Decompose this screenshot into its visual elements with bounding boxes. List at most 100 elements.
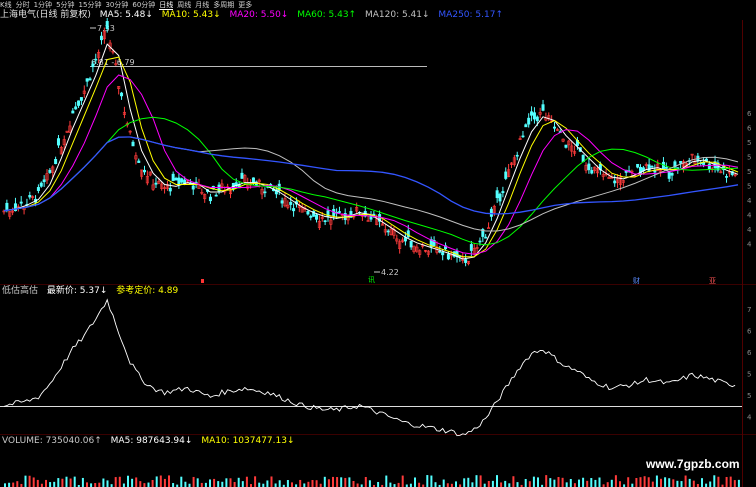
candle-body[interactable] [105,21,109,29]
candle-body[interactable] [613,180,617,184]
candle-body[interactable] [386,230,390,233]
candle-body[interactable] [289,201,293,205]
candle-body[interactable] [725,176,729,178]
candle-body[interactable] [664,166,668,169]
candle-body[interactable] [137,160,141,163]
candle-body[interactable] [28,195,32,198]
candle-body[interactable] [77,100,81,106]
candle-body[interactable] [552,126,556,129]
candle-body[interactable] [647,164,651,172]
candle-body[interactable] [564,144,568,148]
candle-body[interactable] [532,112,536,120]
event-marker-finance[interactable]: 财 [633,276,640,285]
candle-body[interactable] [464,259,468,263]
candle-body[interactable] [120,92,124,97]
candle-body[interactable] [240,172,244,179]
candle-body[interactable] [91,63,95,68]
candle-body[interactable] [208,196,212,202]
candle-body[interactable] [469,244,473,251]
volume-bar [598,477,601,487]
candle-body[interactable] [292,208,296,212]
candle-body[interactable] [446,253,450,260]
candle-body[interactable] [191,185,195,190]
candle-body[interactable] [36,187,40,191]
candle-body[interactable] [587,163,591,171]
candle-body[interactable] [214,194,218,197]
volume-bar [286,480,289,487]
candle-body[interactable] [88,78,92,81]
candle-body[interactable] [337,211,341,213]
candle-body[interactable] [667,171,671,179]
candle-body[interactable] [154,182,158,185]
candle-body[interactable] [323,220,327,223]
stock-chart[interactable]: 6.81 - 6.79 7.33 4.22 讯 财 亚 www.7gpzb.co… [0,0,756,487]
candle-body[interactable] [679,161,683,164]
volume-bar [680,481,683,487]
event-marker-ya[interactable]: 亚 [709,277,716,285]
candle-body[interactable] [56,138,60,146]
candle-body[interactable] [131,141,135,147]
candle-body[interactable] [99,35,103,41]
candle-body[interactable] [441,252,445,256]
volume-bar [258,482,261,487]
candle-body[interactable] [79,97,83,101]
candle-body[interactable] [263,191,267,194]
candle-body[interactable] [504,171,508,179]
candle-body[interactable] [39,182,43,187]
candle-body[interactable] [438,250,442,253]
volume-bar [86,482,88,487]
candle-body[interactable] [650,166,654,168]
candle-body[interactable] [54,159,58,165]
volume-bar [90,483,93,487]
candle-body[interactable] [661,161,665,170]
candle-body[interactable] [501,191,505,194]
candle-body[interactable] [484,236,488,239]
candle-body[interactable] [180,178,184,183]
candle-body[interactable] [306,211,310,215]
volume-bar [213,478,216,487]
candle-body[interactable] [74,106,78,110]
candle-body[interactable] [478,240,482,243]
candle-body[interactable] [527,117,531,125]
candle-body[interactable] [94,58,98,61]
candle-body[interactable] [702,162,706,165]
candle-body[interactable] [515,154,519,157]
candle-body[interactable] [521,135,525,138]
candle-body[interactable] [309,215,313,218]
candle-body[interactable] [142,169,146,173]
candle-body[interactable] [42,179,46,183]
candle-body[interactable] [409,240,413,248]
candle-body[interactable] [489,208,493,217]
candle-body[interactable] [71,110,75,114]
candle-body[interactable] [168,187,172,192]
candle-body[interactable] [590,170,594,174]
candle-body[interactable] [174,177,178,181]
candle-body[interactable] [498,193,502,202]
candle-body[interactable] [636,163,640,168]
candle-body[interactable] [495,190,499,199]
candle-body[interactable] [530,111,534,116]
event-marker-news[interactable]: 讯 [368,276,375,284]
candle-body[interactable] [487,227,491,229]
volume-bar [627,477,630,487]
candle-body[interactable] [524,124,528,128]
indicator-axis-label: 7 [747,306,751,314]
candle-body[interactable] [5,202,9,211]
candle-body[interactable] [85,78,89,82]
candle-body[interactable] [280,200,284,204]
candle-body[interactable] [19,201,23,204]
candle-body[interactable] [670,172,674,176]
event-marker-red[interactable] [201,279,204,283]
candle-body[interactable] [171,173,175,181]
volume-bar [69,478,72,487]
candle-body[interactable] [315,214,319,220]
candle-body[interactable] [541,104,545,111]
volume-bar [57,478,60,487]
candle-body[interactable] [406,230,410,238]
volume-bar [594,479,597,487]
volume-bar [299,479,302,487]
candle-body[interactable] [707,163,711,170]
candle-body[interactable] [535,116,539,122]
candle-body[interactable] [251,177,255,183]
candle-body[interactable] [48,169,52,173]
